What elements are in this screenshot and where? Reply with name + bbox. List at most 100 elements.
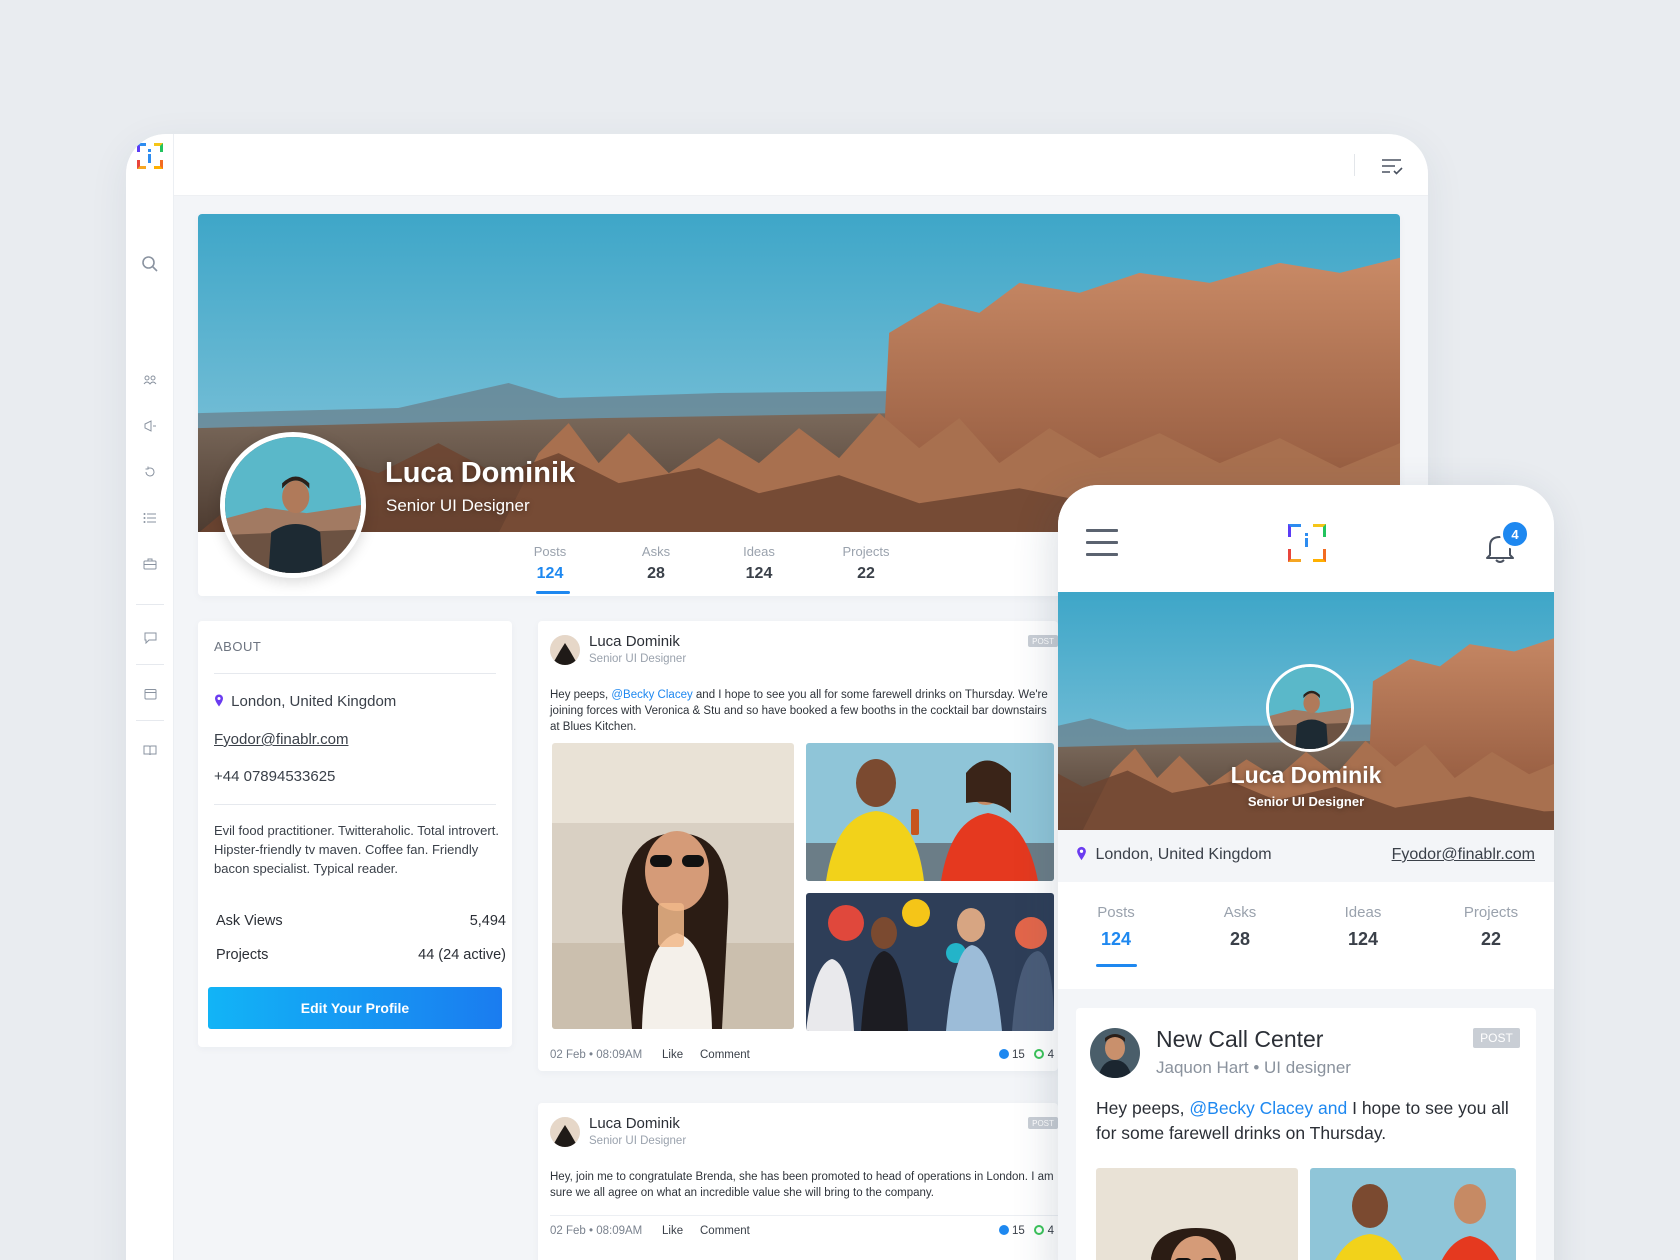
about-email-link[interactable]: Fyodor@finablr.com <box>214 731 348 748</box>
comments-count: 4 <box>1047 1049 1054 1061</box>
post-counts: 15 4 <box>998 1225 1054 1237</box>
app-logo-icon[interactable] <box>137 143 163 169</box>
stat-projects[interactable]: Projects 22 <box>1441 904 1541 950</box>
comments-count: 4 <box>1047 1225 1054 1237</box>
post-footer: 02 Feb • 08:09AM Like Comment 15 4 <box>550 1225 1058 1237</box>
stat-label: Asks <box>641 544 671 559</box>
briefcase-icon[interactable] <box>140 554 160 574</box>
post-photo[interactable] <box>1310 1168 1516 1260</box>
like-button[interactable]: Like <box>662 1225 683 1237</box>
calendar-icon[interactable] <box>140 684 160 704</box>
about-divider <box>214 804 496 805</box>
likes-count: 15 <box>1012 1225 1025 1237</box>
rail-divider <box>136 720 164 721</box>
post-title[interactable]: New Call Center <box>1156 1026 1323 1053</box>
post-footer: 02 Feb • 08:09AM Like Comment 15 4 <box>550 1049 1058 1061</box>
post-author-avatar[interactable] <box>550 1117 580 1147</box>
stat-label: Asks <box>1223 904 1257 921</box>
post-photo[interactable] <box>806 893 1054 1031</box>
notifications-bell-icon[interactable]: 4 <box>1482 519 1530 565</box>
hamburger-menu-icon[interactable] <box>1086 529 1118 556</box>
stat-asks[interactable]: Asks 28 <box>611 544 701 583</box>
mobile-cover-photo: Luca Dominik Senior UI Designer <box>1058 592 1554 830</box>
post-body: Hey peeps, @Becky Clacey and I hope to s… <box>1096 1096 1516 1146</box>
comments-icon <box>1034 1049 1045 1059</box>
post-author-avatar[interactable] <box>550 635 580 665</box>
mobile-app-window: 4 Luca Dominik Senior UI Designer London… <box>1058 485 1554 1260</box>
about-location: London, United Kingdom <box>214 693 396 710</box>
comment-button[interactable]: Comment <box>700 1225 750 1237</box>
post-subtitle: Jaquon Hart • UI designer <box>1156 1058 1351 1077</box>
stat-value: 124 <box>1347 929 1379 949</box>
app-logo-icon[interactable] <box>1288 524 1326 562</box>
stat-ideas[interactable]: Ideas 124 <box>714 544 804 583</box>
comment-button[interactable]: Comment <box>700 1049 750 1061</box>
mention-link[interactable]: @Becky Clacey <box>611 689 692 701</box>
about-bio: Evil food practitioner. Twitteraholic. T… <box>214 823 499 876</box>
search-icon[interactable] <box>140 254 160 274</box>
refresh-icon[interactable] <box>140 462 160 482</box>
post-author-name[interactable]: Luca Dominik <box>589 633 680 650</box>
location-text: London, United Kingdom <box>1095 846 1272 863</box>
stat-label: Projects <box>1463 904 1519 921</box>
mobile-email-link[interactable]: Fyodor@finablr.com <box>1392 846 1535 864</box>
about-phone: +44 07894533625 <box>214 768 336 785</box>
post-photo[interactable] <box>806 743 1054 881</box>
edit-profile-button[interactable]: Edit Your Profile <box>208 987 502 1029</box>
mobile-profile-name: Luca Dominik <box>1230 762 1382 788</box>
feed-post: Luca Dominik Senior UI Designer POST Hey… <box>538 1103 1058 1260</box>
post-type-badge: POST <box>1028 635 1058 647</box>
mobile-profile-stats: Posts 124 Asks 28 Ideas 124 Projects 22 <box>1058 882 1554 989</box>
likes-icon <box>998 1049 1009 1059</box>
post-author-avatar[interactable] <box>1090 1028 1140 1078</box>
post-photo[interactable] <box>552 743 794 1029</box>
stat-label: Posts <box>1097 904 1135 921</box>
post-author-name[interactable]: Luca Dominik <box>589 1115 680 1132</box>
notification-count-badge: 4 <box>1500 519 1530 549</box>
feed-post: Luca Dominik Senior UI Designer POST Hey… <box>538 621 1058 1071</box>
people-icon[interactable] <box>140 370 160 390</box>
stat-value: 28 <box>647 565 665 582</box>
post-author-role: Senior UI Designer <box>589 1135 687 1147</box>
stat-label: Projects <box>842 544 890 559</box>
about-card: ABOUT London, United Kingdom Fyodor@fina… <box>198 621 512 1047</box>
stat-asks[interactable]: Asks 28 <box>1190 904 1290 950</box>
task-list-icon[interactable] <box>140 508 160 528</box>
profile-avatar[interactable] <box>220 432 366 578</box>
active-tab-indicator <box>536 591 570 594</box>
stat-value: 22 <box>1480 929 1502 949</box>
stat-projects[interactable]: Projects 22 <box>821 544 911 583</box>
stat-value: 124 <box>1100 929 1132 949</box>
post-photo[interactable] <box>1096 1168 1298 1260</box>
stat-posts[interactable]: Posts 124 <box>505 544 595 583</box>
megaphone-icon[interactable] <box>140 416 160 436</box>
book-icon[interactable] <box>140 740 160 760</box>
chat-icon[interactable] <box>140 628 160 648</box>
stat-value: 22 <box>857 565 875 582</box>
mobile-feed-post: New Call Center Jaquon Hart • UI designe… <box>1076 1008 1536 1260</box>
mobile-profile-avatar[interactable] <box>1266 664 1354 752</box>
post-text: Hey peeps, <box>550 689 612 701</box>
stat-value: 28 <box>1229 929 1251 949</box>
mention-link[interactable]: @Becky Clacey and <box>1189 1098 1347 1118</box>
projects-row: Projects 44 (24 active) <box>216 947 506 963</box>
ask-views-value: 5,494 <box>469 913 506 929</box>
stat-label: Posts <box>533 544 567 559</box>
mobile-contact-row: London, United Kingdom Fyodor@finablr.co… <box>1058 830 1554 882</box>
post-divider <box>550 1215 1058 1216</box>
post-body: Hey peeps, @Becky Clacey and I hope to s… <box>550 687 1055 735</box>
location-text: London, United Kingdom <box>231 693 397 710</box>
post-text: Hey peeps, <box>1096 1098 1190 1118</box>
stat-ideas[interactable]: Ideas 124 <box>1313 904 1413 950</box>
active-tab-indicator <box>1096 964 1137 967</box>
post-date: 02 Feb • 08:09AM <box>550 1225 643 1237</box>
stat-value: 124 <box>536 565 564 582</box>
about-divider <box>214 673 496 674</box>
like-button[interactable]: Like <box>662 1049 683 1061</box>
mobile-top-bar: 4 <box>1058 485 1554 592</box>
mobile-profile-role: Senior UI Designer <box>1247 794 1365 809</box>
checklist-icon[interactable] <box>1378 152 1406 180</box>
stat-label: Ideas <box>1344 904 1382 921</box>
stat-posts[interactable]: Posts 124 <box>1066 904 1166 950</box>
profile-name: Luca Dominik <box>385 457 576 489</box>
